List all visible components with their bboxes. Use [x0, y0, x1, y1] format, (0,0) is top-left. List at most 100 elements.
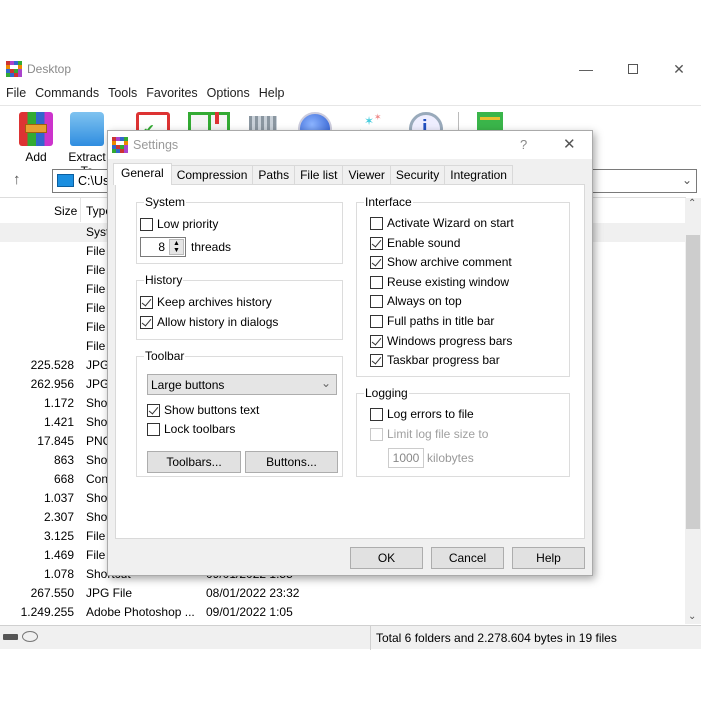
- maximize-button[interactable]: [610, 57, 656, 81]
- spinner-arrows-icon[interactable]: ▲ ▼: [169, 239, 184, 255]
- vertical-scrollbar[interactable]: ⌃ ⌄: [685, 198, 701, 624]
- interface-option-label: Enable sound: [387, 235, 461, 250]
- dialog-title-bar: Settings ? ✕: [108, 131, 592, 159]
- file-size: 17.845: [37, 434, 74, 448]
- file-date: 08/01/2022 23:32: [206, 586, 300, 600]
- tab-file-list[interactable]: File list: [294, 165, 344, 185]
- threads-spinner[interactable]: 8 ▲ ▼: [140, 237, 186, 257]
- interface-option-label: Show archive comment: [387, 255, 512, 270]
- lock-toolbars-label: Lock toolbars: [164, 422, 236, 436]
- file-size: 1.078: [43, 567, 74, 581]
- interface-option-checkbox[interactable]: Always on top: [370, 293, 462, 309]
- drive-status-icon[interactable]: [3, 634, 18, 640]
- history-group-label: History: [144, 273, 184, 287]
- winrar-app-icon: [112, 137, 128, 153]
- log-errors-checkbox[interactable]: Log errors to file: [370, 406, 474, 422]
- toolbar-group: Toolbar Large buttons ⌄ Show buttons tex…: [136, 349, 343, 477]
- settings-tabs: General Compression Paths File list View…: [113, 163, 513, 185]
- interface-option-checkbox[interactable]: Taskbar progress bar: [370, 352, 500, 368]
- dialog-close-button[interactable]: ✕: [563, 135, 576, 153]
- log-size-input[interactable]: 1000: [388, 448, 424, 468]
- scrollbar-thumb[interactable]: [686, 234, 700, 529]
- interface-option-checkbox[interactable]: Show archive comment: [370, 254, 512, 270]
- interface-option-checkbox[interactable]: Enable sound: [370, 235, 460, 251]
- tab-compression[interactable]: Compression: [170, 165, 254, 185]
- tab-general[interactable]: General: [113, 163, 172, 185]
- scroll-up-icon[interactable]: ⌃: [688, 198, 696, 209]
- file-type: JPG File: [86, 586, 133, 600]
- interface-option-label: Taskbar progress bar: [387, 353, 500, 368]
- dialog-title: Settings: [133, 138, 179, 152]
- file-size: 3.125: [43, 529, 74, 543]
- interface-option-label: Reuse existing window: [387, 274, 510, 289]
- status-text: Total 6 folders and 2.278.604 bytes in 1…: [376, 631, 617, 645]
- menu-file[interactable]: File: [3, 83, 29, 103]
- system-group: System Low priority 8 ▲ ▼ threads: [136, 195, 343, 264]
- ok-button[interactable]: OK: [350, 547, 423, 569]
- allow-history-checkbox[interactable]: Allow history in dialogs: [140, 314, 278, 330]
- interface-option-checkbox[interactable]: Full paths in title bar: [370, 313, 494, 329]
- chevron-down-icon[interactable]: ⌄: [682, 173, 692, 187]
- low-priority-label: Low priority: [157, 217, 219, 231]
- show-buttons-text-checkbox[interactable]: Show buttons text: [147, 402, 259, 418]
- minimize-button[interactable]: —: [563, 57, 609, 81]
- interface-option-checkbox[interactable]: Activate Wizard on start: [370, 215, 514, 231]
- limit-log-size-checkbox[interactable]: Limit log file size to: [370, 426, 488, 442]
- interface-option-label: Activate Wizard on start: [387, 216, 514, 230]
- tab-paths[interactable]: Paths: [252, 165, 296, 185]
- key-icon[interactable]: [22, 631, 38, 642]
- menu-options[interactable]: Options: [204, 83, 253, 103]
- interface-group-label: Interface: [364, 195, 413, 209]
- file-size: 668: [53, 472, 74, 486]
- cancel-button[interactable]: Cancel: [431, 547, 504, 569]
- close-button[interactable]: ✕: [656, 57, 701, 81]
- menu-favorites[interactable]: Favorites: [143, 83, 200, 103]
- interface-option-label: Windows progress bars: [387, 333, 513, 348]
- help-button[interactable]: Help: [512, 547, 585, 569]
- file-type: Adobe Photoshop ...: [86, 605, 195, 619]
- file-size: 1.421: [43, 415, 74, 429]
- log-size-unit: kilobytes: [427, 451, 474, 465]
- file-size: 1.249.255: [20, 605, 74, 619]
- buttons-button[interactable]: Buttons...: [245, 451, 338, 473]
- status-bar: Total 6 folders and 2.278.604 bytes in 1…: [0, 625, 701, 650]
- help-icon[interactable]: ?: [520, 137, 527, 152]
- column-size[interactable]: Size: [54, 204, 77, 218]
- settings-dialog: Settings ? ✕ General Compression Paths F…: [107, 130, 593, 576]
- interface-option-label: Always on top: [387, 294, 462, 309]
- tab-viewer[interactable]: Viewer: [342, 165, 391, 185]
- tab-integration[interactable]: Integration: [444, 165, 513, 185]
- file-row[interactable]: 267.550 JPG File 08/01/2022 23:32: [0, 584, 686, 603]
- file-size: 225.528: [30, 358, 74, 372]
- winrar-app-icon: [6, 61, 22, 77]
- chevron-down-icon: ⌄: [320, 376, 331, 390]
- file-row[interactable]: 1.249.255 Adobe Photoshop ... 09/01/2022 1…: [0, 603, 686, 622]
- file-size: 863: [53, 453, 74, 467]
- drive-icon: [57, 174, 74, 187]
- tab-security[interactable]: Security: [389, 165, 446, 185]
- keep-archives-history-checkbox[interactable]: Keep archives history: [140, 294, 272, 310]
- threads-label: threads: [191, 240, 232, 254]
- menu-commands[interactable]: Commands: [32, 83, 102, 103]
- toolbar-size-select[interactable]: Large buttons ⌄: [147, 374, 337, 395]
- file-size: 267.550: [30, 586, 74, 600]
- menu-help[interactable]: Help: [256, 83, 288, 103]
- file-size: 1.469: [43, 548, 74, 562]
- toolbar-group-label: Toolbar: [144, 349, 186, 363]
- logging-group-label: Logging: [364, 386, 409, 400]
- add-button[interactable]: Add: [11, 108, 61, 166]
- interface-option-checkbox[interactable]: Windows progress bars: [370, 333, 512, 349]
- extract-to-button[interactable]: Extract To: [62, 108, 112, 178]
- file-size: 1.172: [43, 396, 74, 410]
- show-buttons-text-label: Show buttons text: [164, 403, 260, 417]
- toolbars-button[interactable]: Toolbars...: [147, 451, 241, 473]
- low-priority-checkbox[interactable]: Low priority: [140, 216, 218, 232]
- lock-toolbars-checkbox[interactable]: Lock toolbars: [147, 421, 235, 437]
- scroll-down-icon[interactable]: ⌄: [688, 611, 696, 622]
- menu-tools[interactable]: Tools: [105, 83, 140, 103]
- up-arrow-icon[interactable]: ↑: [13, 171, 21, 188]
- interface-option-checkbox[interactable]: Reuse existing window: [370, 274, 509, 290]
- file-size: 2.307: [43, 510, 74, 524]
- threads-value: 8: [158, 240, 165, 254]
- file-date: 09/01/2022 1:05: [206, 605, 293, 619]
